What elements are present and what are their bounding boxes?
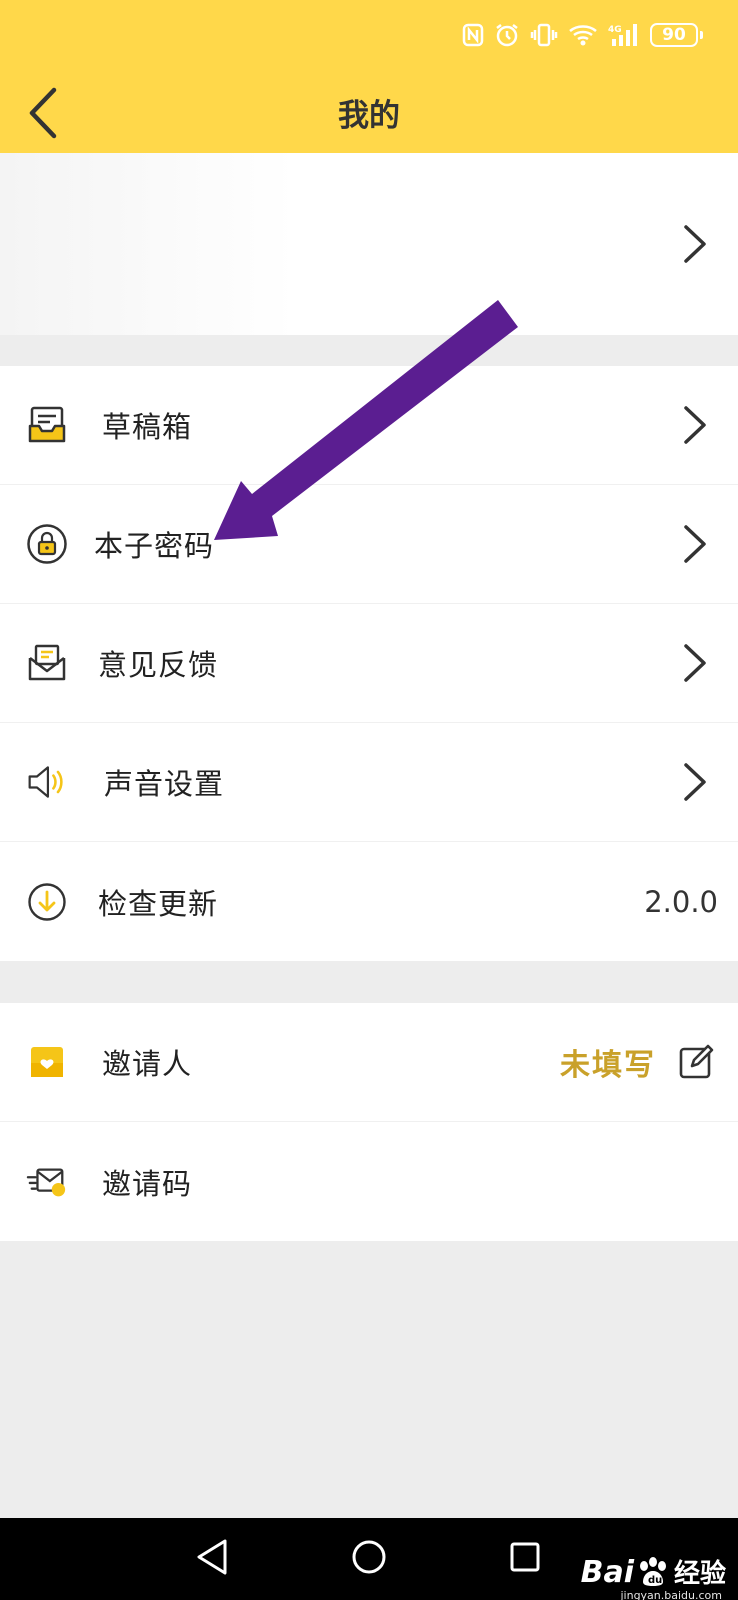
settings-menu: 草稿箱 本子密码 意见反馈 声音设置 检查更新 2.0.0 — [0, 366, 738, 961]
menu-item-check-update[interactable]: 检查更新 2.0.0 — [0, 842, 738, 961]
profile-card[interactable] — [0, 153, 738, 335]
menu-item-feedback[interactable]: 意见反馈 — [0, 604, 738, 723]
chevron-right-icon — [684, 406, 706, 444]
speaker-icon — [26, 761, 68, 803]
watermark-title: 经验 — [673, 1559, 726, 1589]
menu-label-sound-settings: 声音设置 — [104, 767, 225, 801]
menu-item-inviter[interactable]: 邀请人 未填写 — [0, 1003, 738, 1122]
feedback-envelope-icon — [26, 642, 68, 684]
watermark-brand: Bai — [580, 1555, 634, 1590]
app-version: 2.0.0 — [644, 884, 718, 919]
nfc-icon — [462, 23, 484, 47]
invite-code-icon — [26, 1161, 68, 1203]
paw-icon: du — [639, 1557, 666, 1586]
system-nav-bar: Bai du 经验 jingyan.baidu.com — [0, 1518, 738, 1600]
nav-recents-button[interactable] — [509, 1541, 541, 1577]
menu-label-drafts: 草稿箱 — [102, 410, 193, 444]
header-bar: 4G 90 我的 — [0, 0, 738, 153]
wifi-icon — [569, 25, 597, 46]
chevron-right-icon — [684, 763, 706, 801]
chevron-right-icon — [684, 225, 706, 263]
menu-item-drafts[interactable]: 草稿箱 — [0, 366, 738, 485]
menu-item-sound-settings[interactable]: 声音设置 — [0, 723, 738, 842]
menu-item-notebook-password[interactable]: 本子密码 — [0, 485, 738, 604]
cellular-signal-icon: 4G — [608, 24, 637, 46]
menu-label-check-update: 检查更新 — [98, 886, 219, 921]
circle-home-icon — [352, 1540, 386, 1574]
inviter-status: 未填写 — [560, 1048, 656, 1083]
menu-label-notebook-password: 本子密码 — [94, 529, 215, 563]
menu-label-inviter: 邀请人 — [102, 1047, 193, 1081]
menu-label-feedback: 意见反馈 — [98, 648, 219, 682]
nav-back-button[interactable] — [195, 1538, 229, 1580]
download-circle-icon — [26, 881, 68, 923]
vibrate-icon — [530, 23, 558, 47]
chevron-right-icon — [684, 644, 706, 682]
nav-home-button[interactable] — [351, 1539, 387, 1579]
svg-text:du: du — [648, 1575, 662, 1586]
alarm-icon — [496, 24, 518, 47]
edit-icon[interactable] — [678, 1044, 714, 1080]
drafts-icon — [26, 404, 68, 446]
menu-item-invite-code[interactable]: 邀请码 — [0, 1122, 738, 1241]
watermark-url: jingyan.baidu.com — [620, 1589, 722, 1600]
triangle-back-icon — [197, 1539, 227, 1575]
chevron-right-icon — [684, 525, 706, 563]
page-title: 我的 — [338, 98, 400, 134]
status-bar-icons: 4G 90 — [462, 20, 703, 50]
square-recents-icon — [510, 1542, 540, 1572]
inviter-icon — [26, 1041, 68, 1083]
battery-indicator: 90 — [650, 23, 703, 47]
lock-icon — [26, 523, 68, 565]
battery-level: 90 — [662, 25, 686, 45]
menu-label-invite-code: 邀请码 — [102, 1166, 193, 1201]
invite-menu: 邀请人 未填写 邀请码 — [0, 1003, 738, 1241]
baidu-jingyan-watermark: Bai du 经验 jingyan.baidu.com — [580, 1553, 726, 1600]
svg-text:4G: 4G — [608, 25, 622, 35]
